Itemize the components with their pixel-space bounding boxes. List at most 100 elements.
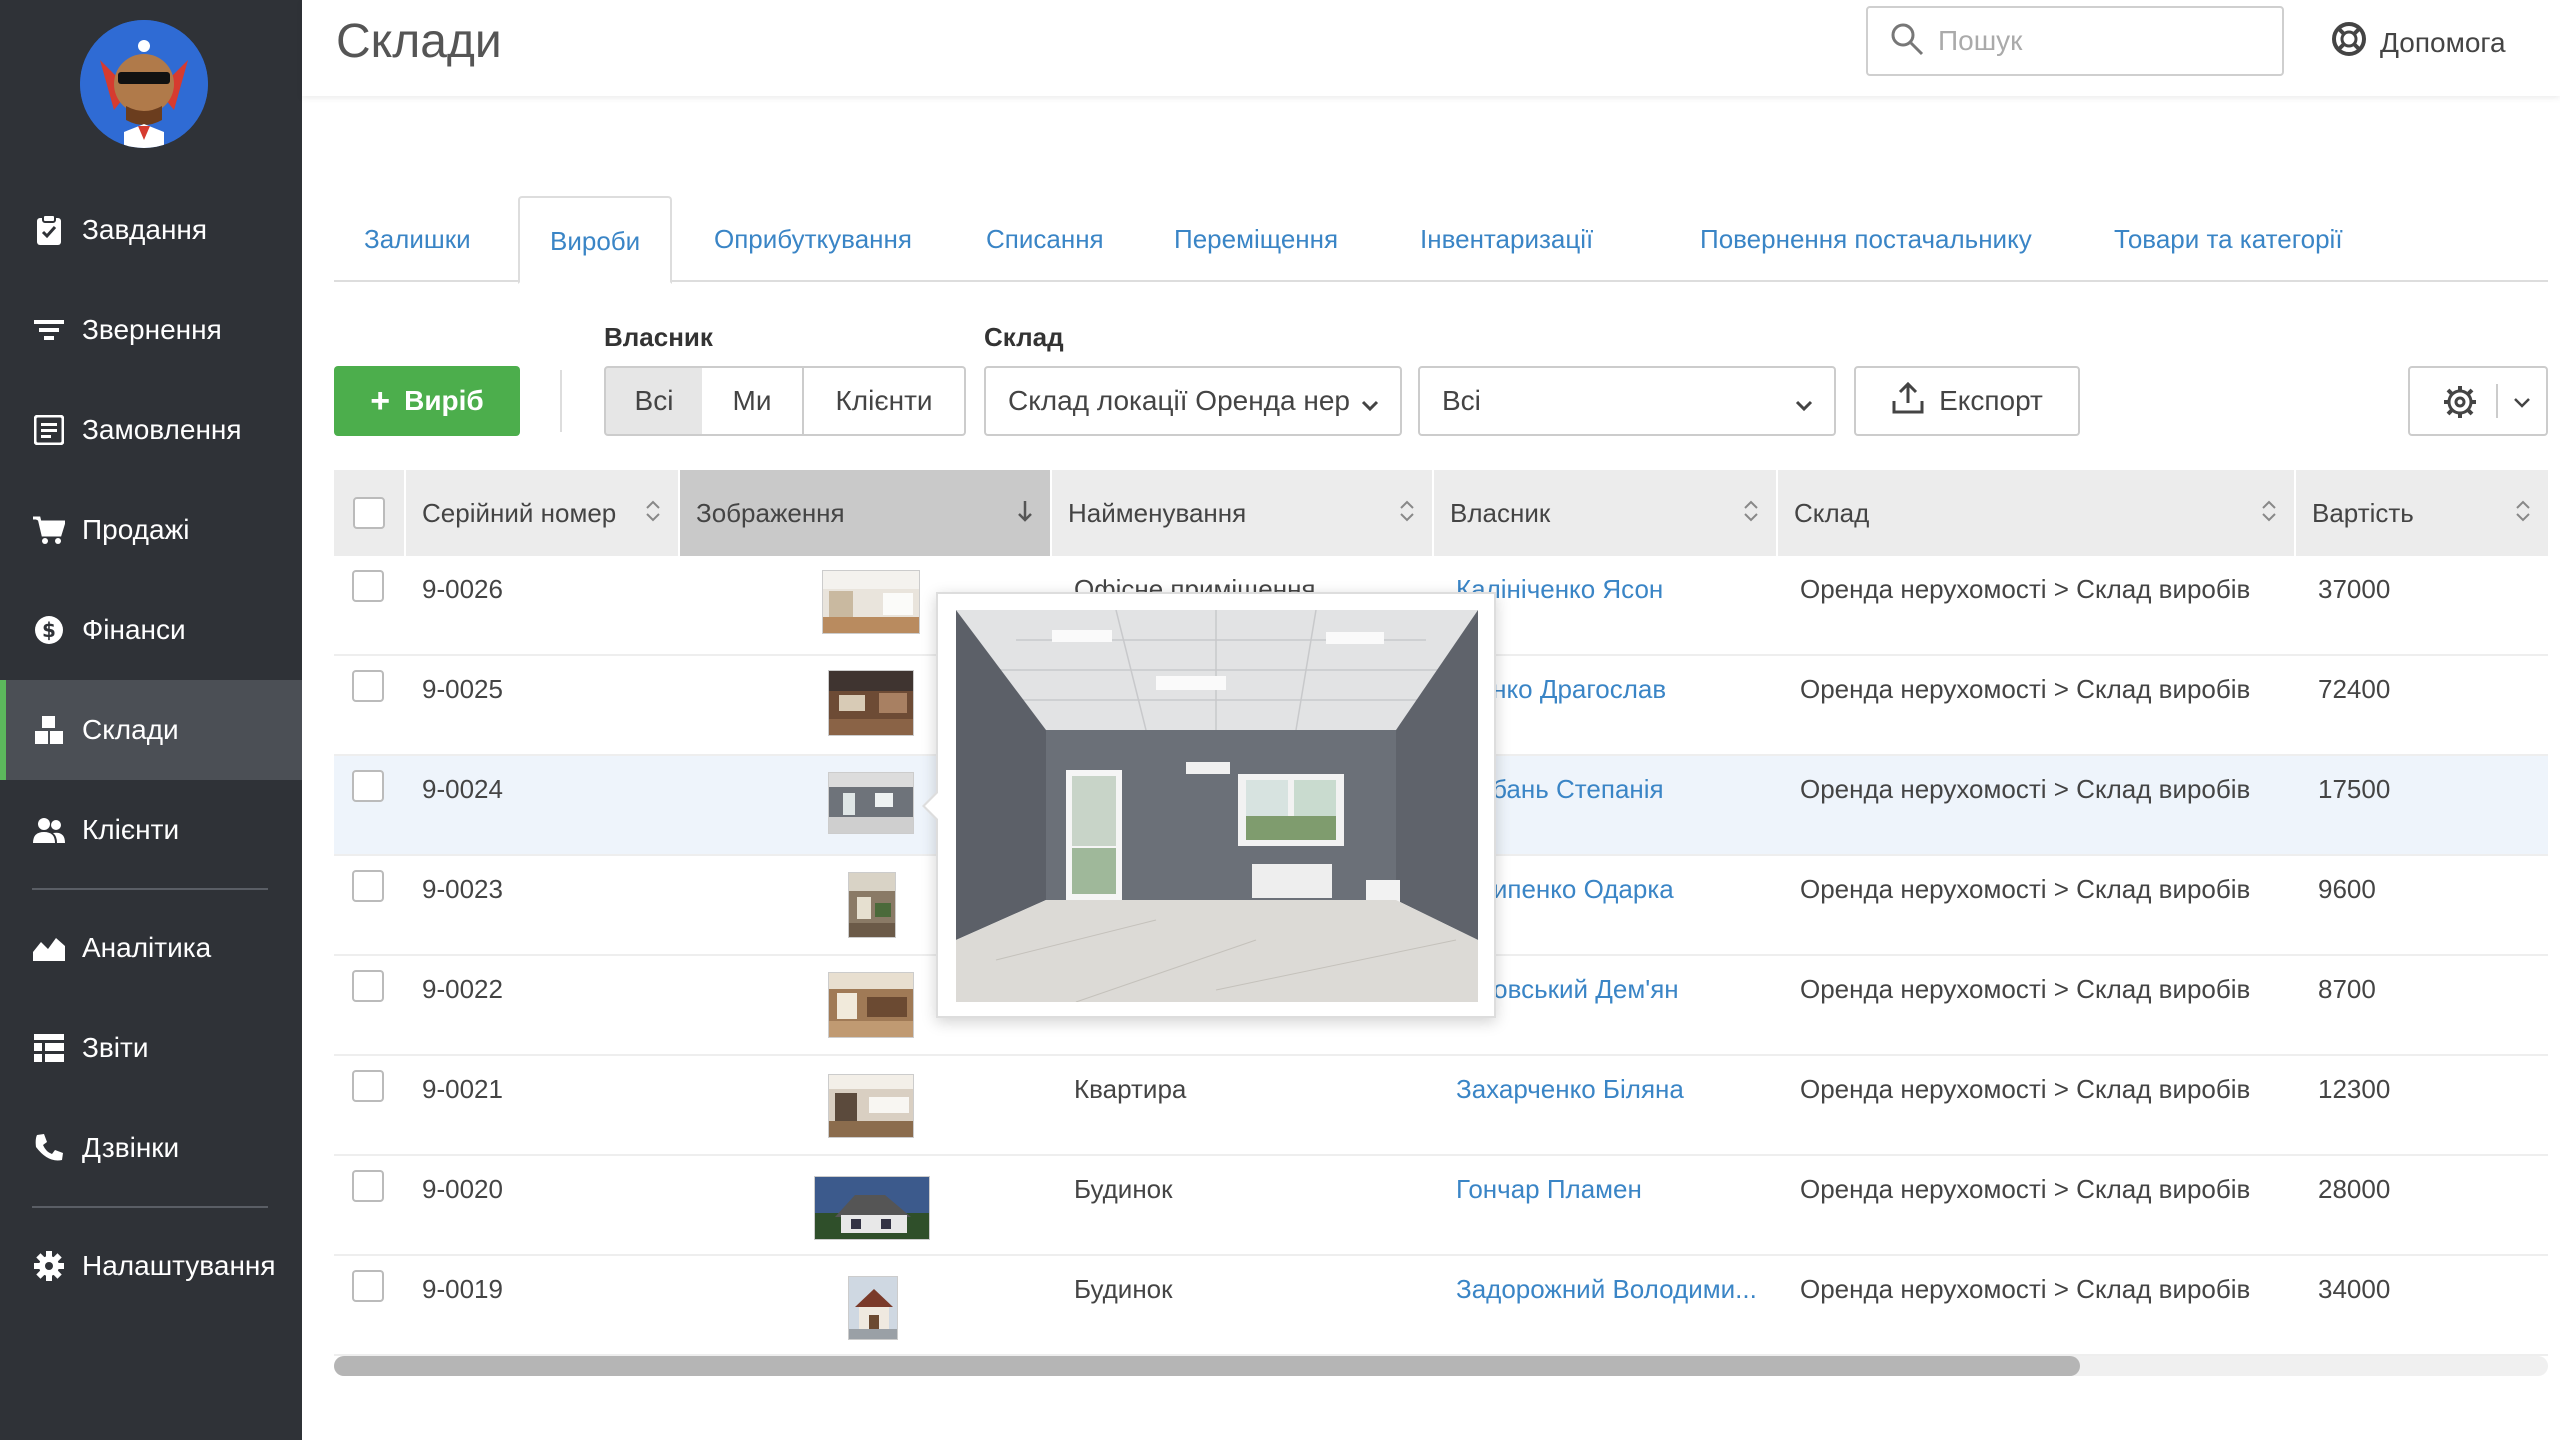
row-select <box>352 1170 384 1202</box>
column-header-owner[interactable]: Власник <box>1434 470 1778 556</box>
sidebar-item-label: Завдання <box>82 214 208 245</box>
table-row[interactable]: 9-0020 Будинок Гончар Пламен Оренда неру… <box>334 1156 2548 1256</box>
help-link[interactable]: Допомога <box>2332 22 2506 63</box>
price-cell: 37000 <box>2318 574 2391 604</box>
sidebar-item-analytics[interactable]: Аналітика <box>0 898 302 998</box>
serial-cell: 9-0024 <box>422 774 503 804</box>
horizontal-scrollbar[interactable] <box>334 1356 2548 1376</box>
export-button[interactable]: Експорт <box>1854 366 2080 436</box>
sidebar-item-orders[interactable]: Замовлення <box>0 380 302 480</box>
sidebar-item-tasks[interactable]: Завдання <box>0 180 302 280</box>
sidebar-item-label: Склади <box>82 714 179 745</box>
sidebar-item-warehouses[interactable]: Склади <box>0 680 302 780</box>
row-checkbox[interactable] <box>352 870 384 902</box>
tab-receipts[interactable]: Оприбуткування <box>684 196 942 282</box>
tab-products[interactable]: Вироби <box>518 196 673 284</box>
column-header-image[interactable]: Зображення <box>680 470 1052 556</box>
search-box[interactable] <box>1866 6 2284 76</box>
sidebar-item-label: Аналітика <box>82 932 212 963</box>
owner-link[interactable]: ...ловський Дем'ян <box>1456 956 1766 1056</box>
product-thumbnail[interactable] <box>828 972 914 1038</box>
row-checkbox[interactable] <box>352 1270 384 1302</box>
column-header-name[interactable]: Найменування <box>1052 470 1434 556</box>
boxes-icon <box>32 713 66 747</box>
row-select <box>352 570 384 602</box>
product-thumbnail[interactable] <box>828 670 914 736</box>
warehouse-filter-label: Склад <box>984 322 1064 352</box>
list-box-icon <box>32 413 66 447</box>
warehouse-cell: Оренда нерухомості > Склад виробів <box>1800 1074 2251 1104</box>
name-cell: Будинок <box>1074 1274 1173 1304</box>
add-product-button[interactable]: + Виріб <box>334 366 520 436</box>
owner-link[interactable]: Захарченко Біляна <box>1456 1056 1766 1156</box>
sidebar-item-settings[interactable]: Налаштування <box>0 1216 302 1316</box>
row-checkbox[interactable] <box>352 670 384 702</box>
filter-lines-icon <box>32 313 66 347</box>
sidebar-item-requests[interactable]: Звернення <box>0 280 302 380</box>
product-thumbnail[interactable] <box>848 1276 898 1340</box>
sidebar-item-reports[interactable]: Звіти <box>0 998 302 1098</box>
sidebar-item-label: Дзвінки <box>82 1132 180 1163</box>
column-label: Зображення <box>696 497 845 528</box>
row-checkbox[interactable] <box>352 970 384 1002</box>
search-icon <box>1890 22 1924 61</box>
tab-transfers[interactable]: Переміщення <box>1144 196 1368 282</box>
sort-updown-icon <box>2514 498 2532 531</box>
avatar[interactable] <box>80 20 208 148</box>
tab-inventories[interactable]: Інвентаризації <box>1390 196 1623 282</box>
owner-clients-button[interactable]: Клієнти <box>804 366 966 436</box>
product-thumbnail[interactable] <box>822 570 920 634</box>
warehouse-select[interactable]: Склад локації Оренда нер <box>984 366 1402 436</box>
sidebar-item-sales[interactable]: Продажі <box>0 480 302 580</box>
row-checkbox[interactable] <box>352 570 384 602</box>
owner-link[interactable]: Задорожний Володими... <box>1456 1256 1766 1356</box>
scrollbar-thumb[interactable] <box>334 1356 2080 1376</box>
column-header-price[interactable]: Вартість <box>2296 470 2548 556</box>
select-all-checkbox[interactable] <box>353 497 385 529</box>
owner-us-button[interactable]: Ми <box>702 366 804 436</box>
toolbar-divider <box>560 370 562 432</box>
product-thumbnail[interactable] <box>828 1074 914 1138</box>
upload-icon <box>1891 381 1925 422</box>
name-cell: Квартира <box>1074 1074 1187 1104</box>
dollar-circle-icon: $ <box>32 613 66 647</box>
column-header-serial[interactable]: Серійний номер <box>406 470 680 556</box>
sidebar-item-calls[interactable]: Дзвінки <box>0 1098 302 1198</box>
product-thumbnail[interactable] <box>848 872 896 938</box>
owner-link[interactable]: ...липенко Одарка <box>1456 856 1766 956</box>
owner-link[interactable]: Калініченко Ясон <box>1456 556 1766 656</box>
table-row[interactable]: 9-0019 Будинок Задорожний Володими... Ор… <box>334 1256 2548 1356</box>
price-cell: 34000 <box>2318 1274 2391 1304</box>
sidebar-item-finance[interactable]: $ Фінанси <box>0 580 302 680</box>
tab-goods-categories[interactable]: Товари та категорії <box>2084 196 2373 282</box>
row-checkbox[interactable] <box>352 770 384 802</box>
row-checkbox[interactable] <box>352 1170 384 1202</box>
price-cell: 12300 <box>2318 1074 2391 1104</box>
owner-link[interactable]: ...енко Драгослав <box>1456 656 1766 756</box>
select-all-cell <box>334 470 406 556</box>
lifebuoy-icon <box>2332 22 2366 63</box>
warehouse-select-value: Склад локації Оренда нер <box>1008 385 1350 416</box>
tab-writeoffs[interactable]: Списання <box>956 196 1134 282</box>
owner-all-button[interactable]: Всі <box>604 366 704 436</box>
sort-updown-icon <box>1398 498 1416 531</box>
filter-select[interactable]: Всі <box>1418 366 1836 436</box>
cart-icon <box>32 513 66 547</box>
tab-stock[interactable]: Залишки <box>334 196 501 282</box>
column-label: Склад <box>1794 497 1870 528</box>
serial-cell: 9-0022 <box>422 974 503 1004</box>
product-thumbnail[interactable] <box>814 1176 930 1240</box>
svg-text:$: $ <box>42 618 56 642</box>
phone-icon <box>32 1131 66 1165</box>
tab-supplier-returns[interactable]: Повернення постачальнику <box>1670 196 2062 282</box>
owner-link[interactable]: Гончар Пламен <box>1456 1156 1766 1256</box>
column-header-warehouse[interactable]: Склад <box>1778 470 2296 556</box>
owner-link[interactable]: ...рбань Степанія <box>1456 756 1766 856</box>
table-settings-button[interactable] <box>2408 366 2548 436</box>
product-thumbnail[interactable] <box>828 772 914 834</box>
table-row[interactable]: 9-0021 Квартира Захарченко Біляна Оренда… <box>334 1056 2548 1156</box>
row-checkbox[interactable] <box>352 1070 384 1102</box>
sidebar-item-clients[interactable]: Клієнти <box>0 780 302 880</box>
chevron-down-icon <box>1360 390 1380 422</box>
search-input[interactable] <box>1938 25 2258 57</box>
